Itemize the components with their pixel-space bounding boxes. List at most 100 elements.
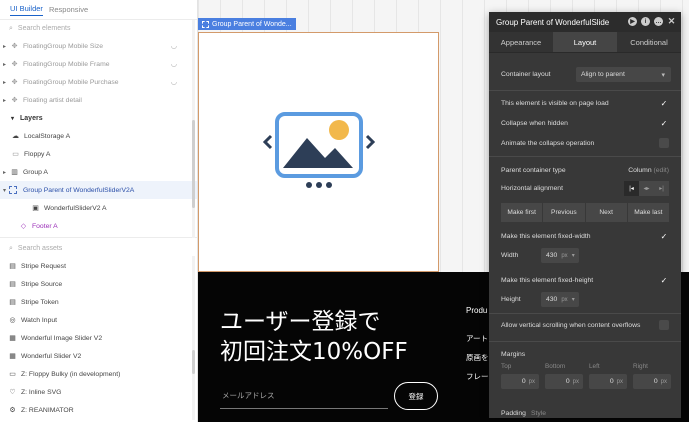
tab-ui-builder[interactable]: UI Builder (10, 4, 43, 16)
slider-icon: ▦ (9, 353, 16, 360)
tree-item-footer[interactable]: ◇ Footer A (0, 217, 197, 235)
collapse-hidden-checkbox[interactable]: ✓ (659, 118, 669, 128)
tree-item-localstorage[interactable]: ☁ LocalStorage A (0, 127, 197, 145)
tree-item-group-parent-slider[interactable]: ▾ Group Parent of WonderfulSliderV2A (0, 181, 197, 199)
chevron-right-icon[interactable]: ▸ (0, 169, 9, 176)
height-row: Height 430 px ▾ (501, 292, 669, 307)
email-input[interactable]: メールアドレス (222, 390, 275, 401)
hidden-eye-icon[interactable]: ◡ (171, 78, 177, 86)
vertical-scroll-checkbox[interactable] (659, 320, 669, 330)
play-icon[interactable]: ▶ (628, 17, 637, 26)
make-first-button[interactable]: Make first (501, 203, 543, 222)
group-parent-slider[interactable] (198, 32, 439, 272)
tree-item-wonderful-slider[interactable]: ▣ WonderfulSliderV2 A (0, 199, 197, 217)
footer-link[interactable]: フレー (466, 371, 489, 382)
chevron-right-icon[interactable]: ▸ (0, 97, 9, 104)
elements-scrollbar[interactable] (192, 20, 195, 238)
slider-icon: ▦ (9, 335, 16, 342)
visible-on-load-checkbox[interactable]: ✓ (659, 98, 669, 108)
stripe-icon: ▤ (9, 281, 16, 288)
margin-bottom-input[interactable]: 0 px (545, 374, 583, 389)
tab-responsive[interactable]: Responsive (49, 5, 88, 14)
hidden-eye-icon[interactable]: ◡ (171, 42, 177, 50)
tree-item-floating-2[interactable]: ▸ ✥ FloatingGroup Mobile Frame ◡ (0, 55, 197, 73)
hidden-eye-icon[interactable]: ◡ (171, 60, 177, 68)
fixed-height-checkbox[interactable]: ✓ (659, 275, 669, 285)
fixed-width-checkbox[interactable]: ✓ (659, 231, 669, 241)
container-layout-row: Container layout Align to parent (501, 67, 671, 82)
margins-label: Margins (501, 350, 526, 358)
chevron-right-icon[interactable]: ▸ (0, 61, 9, 68)
assets-scrollbar[interactable] (192, 256, 195, 420)
make-last-button[interactable]: Make last (627, 203, 669, 222)
tree-item-floating-3[interactable]: ▸ ✥ FloatingGroup Mobile Purchase ◡ (0, 73, 197, 91)
search-icon: ⌕ (9, 24, 13, 32)
fixed-width-row: Make this element fixed-width ✓ (501, 231, 669, 241)
tree-item-floating-1[interactable]: ▸ ✥ FloatingGroup Mobile Size ◡ (0, 37, 197, 55)
asset-watch-input[interactable]: ◎ Watch Input (0, 311, 197, 329)
asset-stripe-source[interactable]: ▤ Stripe Source (0, 275, 197, 293)
chevron-down-icon[interactable]: ▾ (0, 187, 9, 194)
drag-handle-icon[interactable]: ✥ (9, 60, 20, 68)
chevron-right-icon[interactable]: ▸ (0, 43, 9, 50)
align-right-icon[interactable]: ▸| (654, 181, 669, 196)
asset-floppy-bulky[interactable]: ▭ Z: Floppy Bulky (in development) (0, 365, 197, 383)
tab-appearance[interactable]: Appearance (489, 32, 553, 52)
margin-top-input[interactable]: 0 px (501, 374, 539, 389)
editor-title-bar[interactable]: Group Parent of WonderfulSlide ▶ i … ✕ (489, 12, 681, 32)
previous-button[interactable]: Previous (543, 203, 585, 222)
gear-icon: ⚙ (9, 407, 16, 414)
stripe-icon: ▤ (9, 263, 16, 270)
vertical-scroll-row: Allow vertical scrolling when content ov… (501, 319, 669, 331)
animate-collapse-checkbox[interactable] (659, 138, 669, 148)
tab-layout[interactable]: Layout (553, 32, 617, 52)
chevron-down-icon[interactable]: ▾ (11, 115, 14, 122)
asset-inline-svg[interactable]: ♡ Z: Inline SVG (0, 383, 197, 401)
footer-link[interactable]: アート (466, 333, 488, 344)
edit-parent-type-link[interactable]: (edit) (654, 167, 670, 174)
drag-handle-icon[interactable]: ✥ (9, 42, 20, 50)
group-dashed-icon (9, 186, 17, 194)
editor-tabs: Appearance Layout Conditional (489, 32, 681, 53)
tree-item-floppy[interactable]: ▭ Floppy A (0, 145, 197, 163)
width-row: Width 430 px ▾ (501, 248, 669, 263)
selected-element-label[interactable]: Group Parent of Wonde... (198, 18, 296, 30)
comment-icon[interactable]: … (654, 17, 663, 26)
animate-collapse-row: Animate the collapse operation (501, 137, 669, 149)
cloud-icon: ☁ (12, 133, 19, 140)
align-center-icon[interactable]: ◂▸ (639, 181, 654, 196)
panel-tabs: UI Builder Responsive (0, 0, 197, 20)
close-icon[interactable]: ✕ (667, 16, 676, 26)
columns-icon: ▥ (11, 169, 18, 176)
info-icon[interactable]: i (641, 17, 650, 26)
search-assets-input[interactable]: ⌕ Search assets (0, 240, 197, 257)
drag-handle-icon[interactable]: ✥ (9, 78, 20, 86)
tree-item-floating-4[interactable]: ▸ ✥ Floating artist detail (0, 91, 197, 109)
asset-stripe-request[interactable]: ▤ Stripe Request (0, 257, 197, 275)
align-left-icon[interactable]: |◂ (624, 181, 639, 196)
asset-wonderful-slider[interactable]: ▦ Wonderful Slider V2 (0, 347, 197, 365)
margin-right-input[interactable]: 0 px (633, 374, 671, 389)
padding-style-link[interactable]: Style (531, 410, 546, 417)
asset-reanimator[interactable]: ⚙ Z: REANIMATOR (0, 401, 197, 419)
height-input[interactable]: 430 px ▾ (541, 292, 579, 307)
margin-left-input[interactable]: 0 px (589, 374, 627, 389)
elements-panel: UI Builder Responsive ⌕ Search elements … (0, 0, 198, 422)
drag-handle-icon[interactable]: ✥ (9, 96, 20, 104)
signup-button[interactable]: 登録 (394, 382, 438, 410)
layers-section[interactable]: ▾ Layers (0, 109, 197, 127)
margin-sides-labels: Top Bottom Left Right (501, 362, 648, 370)
tab-conditional[interactable]: Conditional (617, 32, 681, 52)
asset-wonderful-image-slider[interactable]: ▦ Wonderful Image Slider V2 (0, 329, 197, 347)
width-input[interactable]: 430 px ▾ (541, 248, 579, 263)
tree-item-group-a[interactable]: ▸ ▥ Group A (0, 163, 197, 181)
group-dashed-icon (202, 20, 209, 28)
chevron-down-icon: ▾ (571, 297, 575, 303)
container-layout-select[interactable]: Align to parent (576, 67, 671, 82)
search-elements-input[interactable]: ⌕ Search elements (0, 20, 197, 37)
asset-stripe-token[interactable]: ▤ Stripe Token (0, 293, 197, 311)
next-button[interactable]: Next (585, 203, 627, 222)
divider (489, 341, 681, 342)
chevron-right-icon[interactable]: ▸ (0, 79, 9, 86)
footer-link[interactable]: 原画を (466, 352, 489, 363)
